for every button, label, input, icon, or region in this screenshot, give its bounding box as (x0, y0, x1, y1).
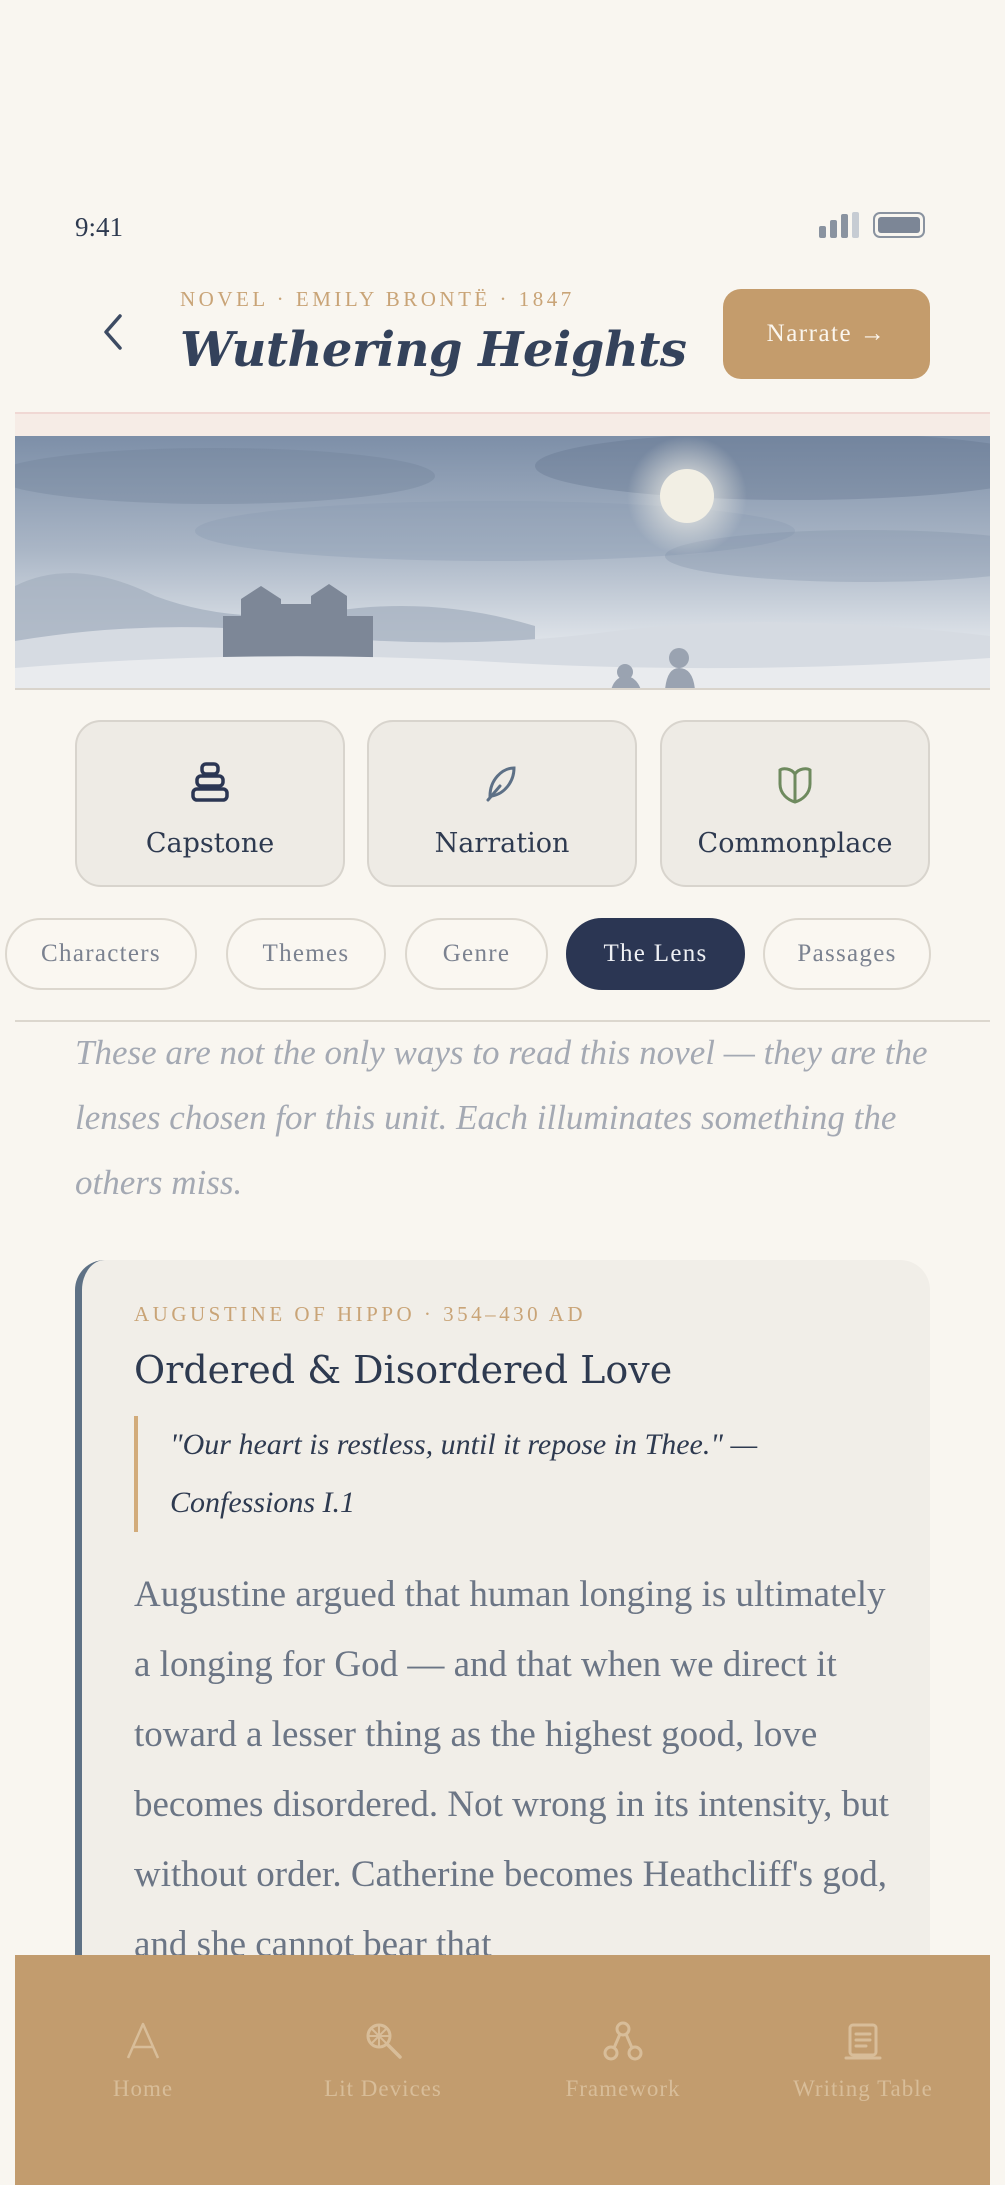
open-book-icon (773, 760, 817, 806)
status-icons (819, 212, 925, 238)
lens-quote: "Our heart is restless, until it repose … (134, 1416, 854, 1532)
magnifier-icon (362, 2020, 404, 2062)
capstone-label: Capstone (145, 828, 275, 859)
lens-intro: These are not the only ways to read this… (75, 1033, 928, 1202)
nodes-icon (602, 2020, 644, 2062)
book-eyebrow: NOVEL · EMILY BRONTË · 1847 (180, 287, 575, 311)
capstone-card[interactable]: Capstone (75, 720, 345, 887)
quill-icon (480, 760, 524, 806)
commonplace-label: Commonplace (697, 828, 893, 859)
hero-illustration (15, 436, 990, 690)
tab-themes[interactable]: Themes (226, 918, 386, 990)
section-tabs: Characters Themes Genre The Lens Passage… (5, 918, 990, 990)
nav-home-label: Home (112, 2076, 174, 2101)
nav-home[interactable]: Home (23, 2020, 263, 2102)
nav-writing-table-label: Writing Table (793, 2076, 933, 2101)
signal-icon (819, 212, 859, 238)
stack-icon (188, 760, 232, 806)
narration-card[interactable]: Narration (367, 720, 637, 887)
status-time: 9:41 (75, 212, 124, 242)
letter-a-icon (122, 2020, 164, 2062)
hero-top-border (15, 412, 990, 436)
tab-genre[interactable]: Genre (405, 918, 548, 990)
tab-the-lens[interactable]: The Lens (566, 918, 745, 990)
lens-title: Ordered & Disordered Love (134, 1348, 673, 1392)
nav-lit-devices-label: Lit Devices (324, 2076, 442, 2101)
nav-writing-table[interactable]: Writing Table (743, 2020, 983, 2102)
page-title: Wuthering Heights (180, 322, 687, 378)
nav-framework[interactable]: Framework (503, 2020, 743, 2102)
commonplace-card[interactable]: Commonplace (660, 720, 930, 887)
notepad-icon (842, 2020, 884, 2062)
lens-card: AUGUSTINE OF HIPPO · 354–430 AD Ordered … (75, 1260, 930, 2020)
battery-icon (873, 212, 925, 238)
nav-lit-devices[interactable]: Lit Devices (263, 2020, 503, 2102)
tab-passages[interactable]: Passages (763, 918, 931, 990)
tab-characters[interactable]: Characters (5, 918, 197, 990)
lens-eyebrow: AUGUSTINE OF HIPPO · 354–430 AD (134, 1302, 587, 1326)
nav-framework-label: Framework (565, 2076, 681, 2101)
narration-label: Narration (434, 828, 570, 859)
lens-body: Augustine argued that human longing is u… (134, 1574, 889, 1965)
narrate-button[interactable]: Narrate → (723, 289, 930, 379)
bottom-nav: Home Lit Devices Framework Writing Table (15, 1955, 990, 2185)
back-icon[interactable] (98, 312, 128, 352)
